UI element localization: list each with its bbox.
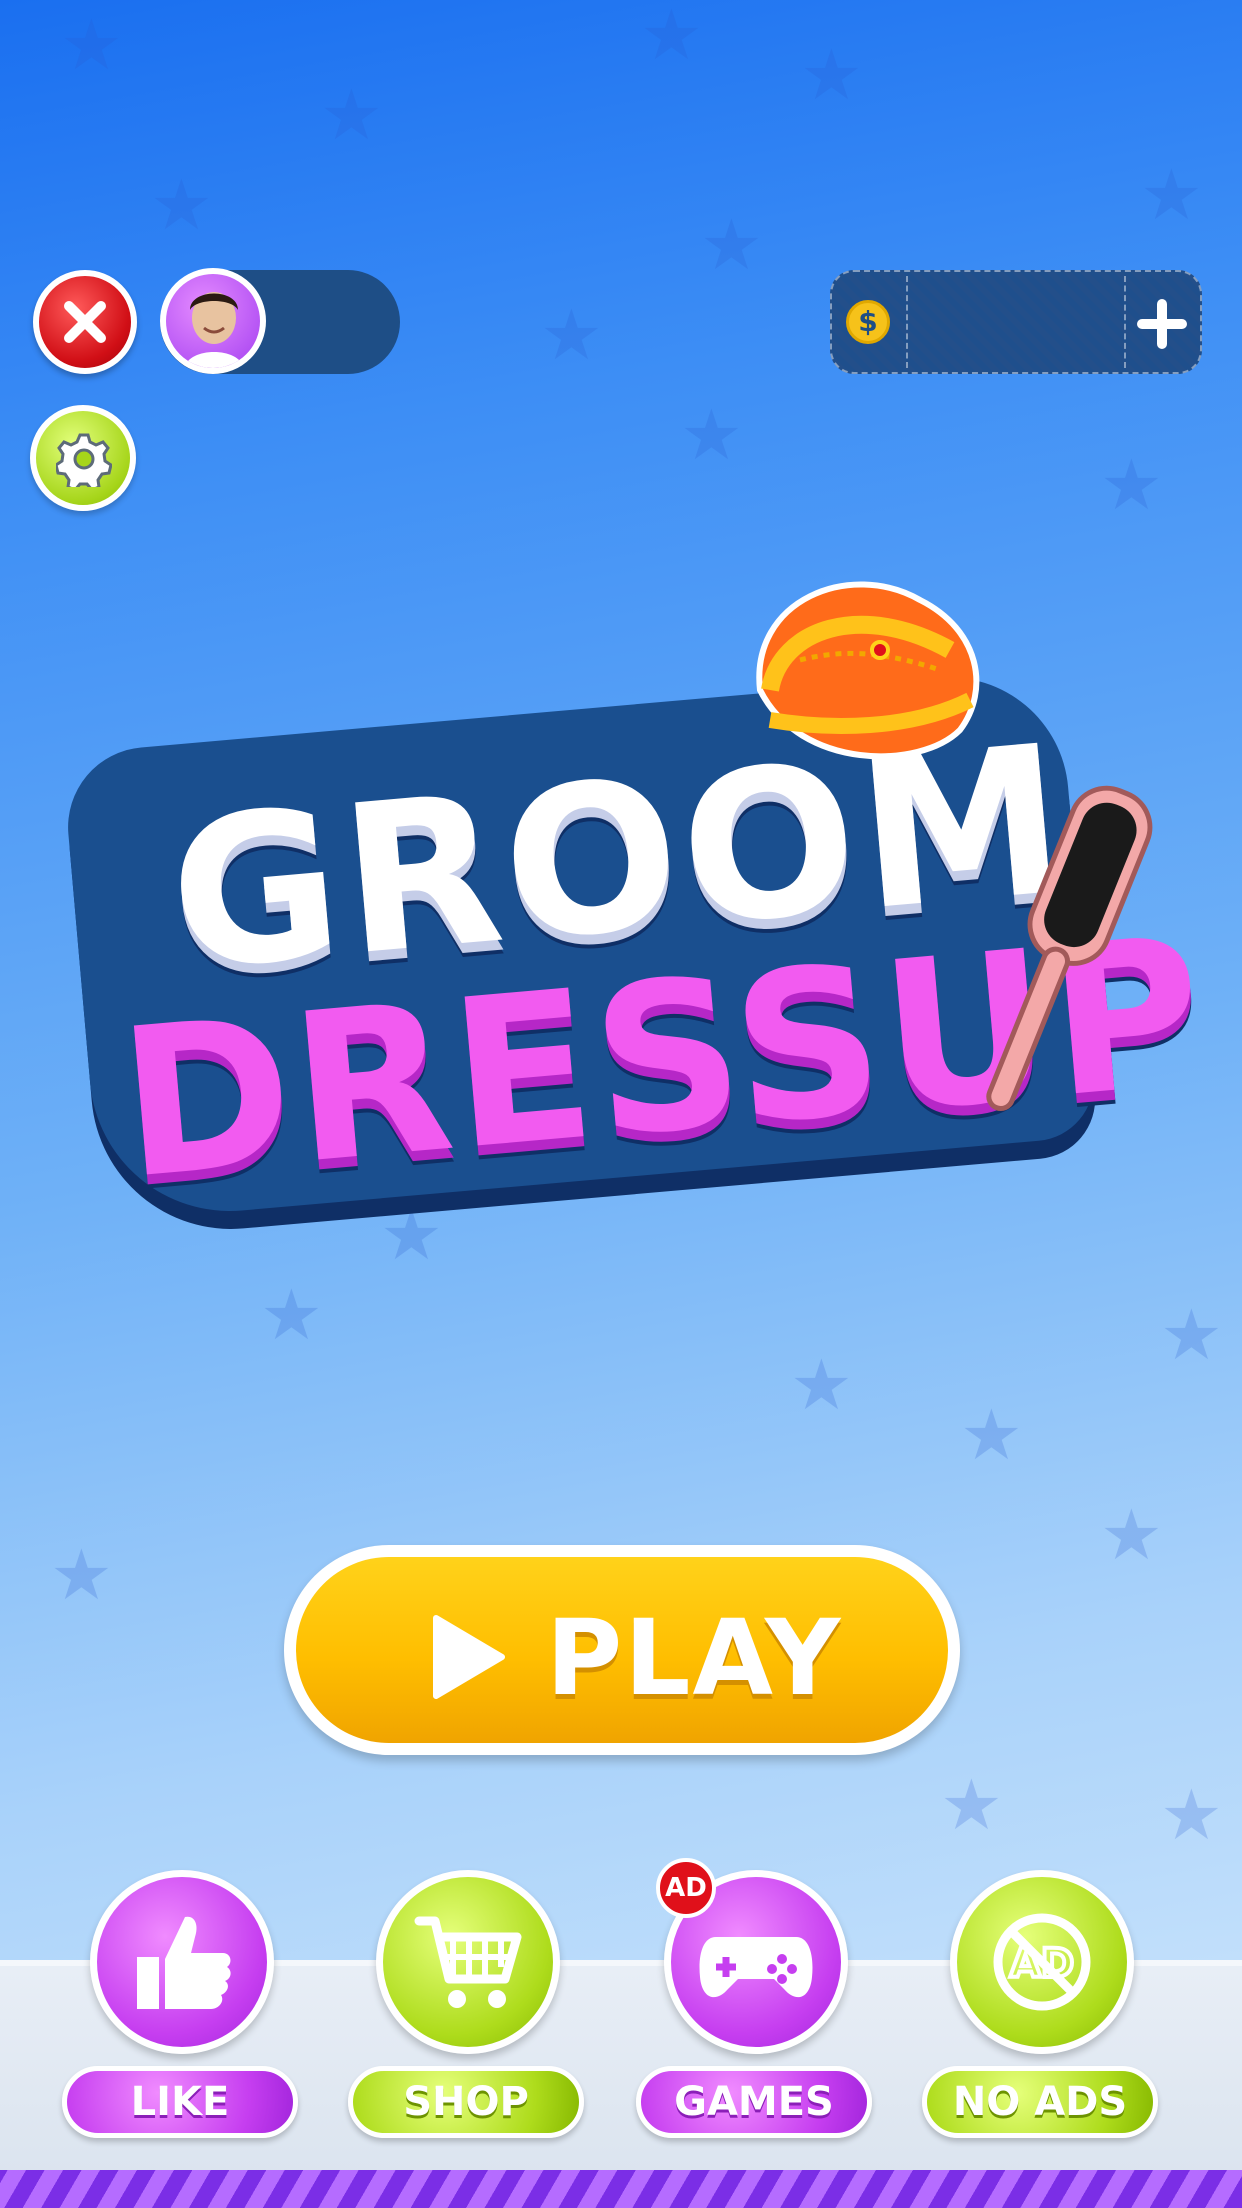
coin-counter: $ bbox=[830, 270, 1202, 374]
cart-icon bbox=[414, 1916, 522, 2008]
dollar-coin-icon: $ bbox=[846, 300, 890, 344]
shop-label: SHOP bbox=[348, 2066, 584, 2138]
like-circle[interactable] bbox=[90, 1870, 274, 2054]
shop-circle[interactable] bbox=[376, 1870, 560, 2054]
games-button[interactable]: AD GAMES bbox=[636, 1858, 876, 2140]
ad-badge: AD bbox=[656, 1858, 716, 1918]
close-icon bbox=[64, 301, 106, 343]
play-button[interactable]: PLAY bbox=[284, 1545, 960, 1755]
close-button[interactable] bbox=[33, 270, 137, 374]
player-avatar[interactable] bbox=[160, 268, 266, 374]
like-label: LIKE bbox=[62, 2066, 298, 2138]
thumbs-up-icon bbox=[137, 1916, 231, 2009]
gear-icon bbox=[56, 433, 112, 487]
hairbrush-icon bbox=[986, 785, 1153, 1111]
plus-icon[interactable] bbox=[1134, 296, 1190, 352]
game-logo: GROOM DRESSUP bbox=[60, 540, 1213, 1240]
no-ads-button[interactable]: AD NO ADS bbox=[922, 1870, 1162, 2140]
no-ads-icon: AD bbox=[993, 1913, 1091, 2011]
games-label: GAMES bbox=[636, 2066, 872, 2138]
gamepad-icon bbox=[699, 1937, 813, 1998]
coin-divider-left bbox=[906, 276, 908, 368]
no-ads-circle[interactable]: AD bbox=[950, 1870, 1134, 2054]
bottom-stripes bbox=[0, 2170, 1242, 2208]
play-button-face: PLAY bbox=[296, 1557, 948, 1743]
like-button[interactable]: LIKE bbox=[62, 1870, 302, 2140]
play-label: PLAY bbox=[546, 1597, 843, 1719]
play-icon bbox=[433, 1615, 505, 1699]
settings-button[interactable] bbox=[30, 405, 136, 511]
shop-button[interactable]: SHOP bbox=[348, 1870, 588, 2140]
coin-divider-right bbox=[1124, 276, 1126, 368]
svg-text:AD: AD bbox=[1010, 1941, 1074, 1987]
avatar-icon bbox=[184, 292, 244, 368]
no-ads-label: NO ADS bbox=[922, 2066, 1158, 2138]
